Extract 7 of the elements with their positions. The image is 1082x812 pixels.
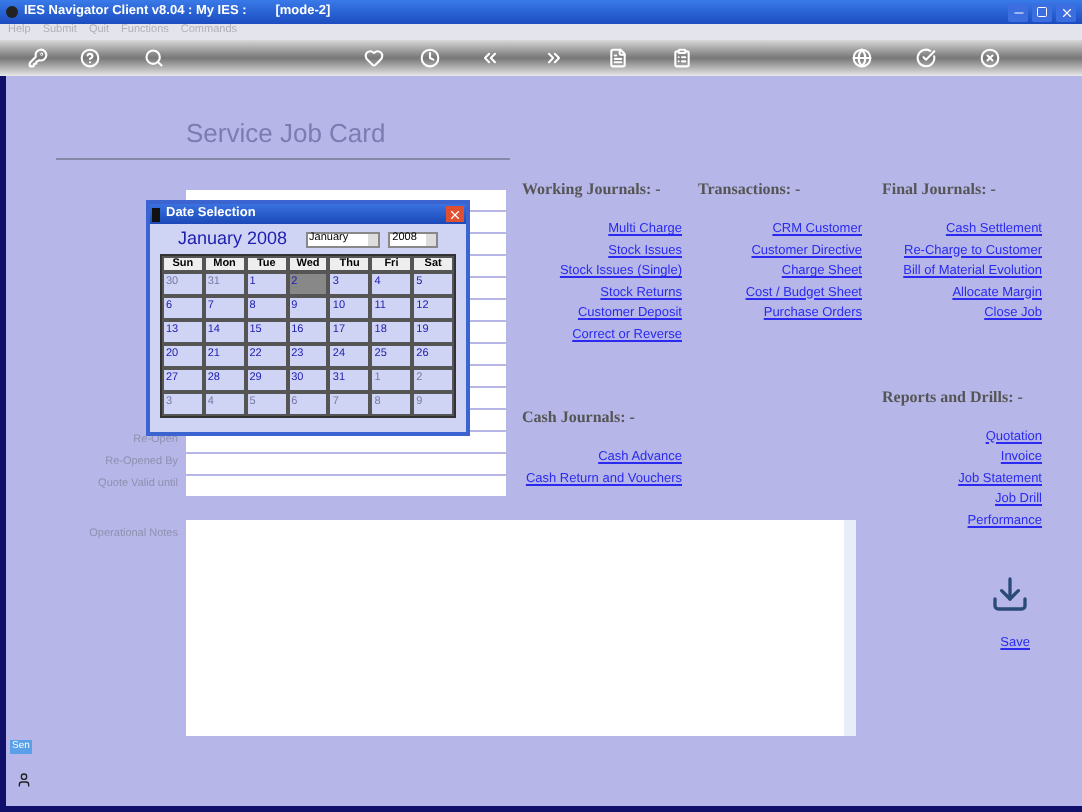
section-heading: Cash Journals: - — [522, 410, 637, 426]
section-heading: Reports and Drills: - — [882, 389, 1025, 405]
section-heading: Final Journals: - — [882, 182, 998, 198]
section-heading: Working Journals: - — [522, 182, 663, 198]
calendar-heading: January 2008 — [178, 230, 288, 248]
section-heading: Transactions: - — [698, 182, 803, 198]
form-title: Service Job Card — [186, 120, 388, 146]
